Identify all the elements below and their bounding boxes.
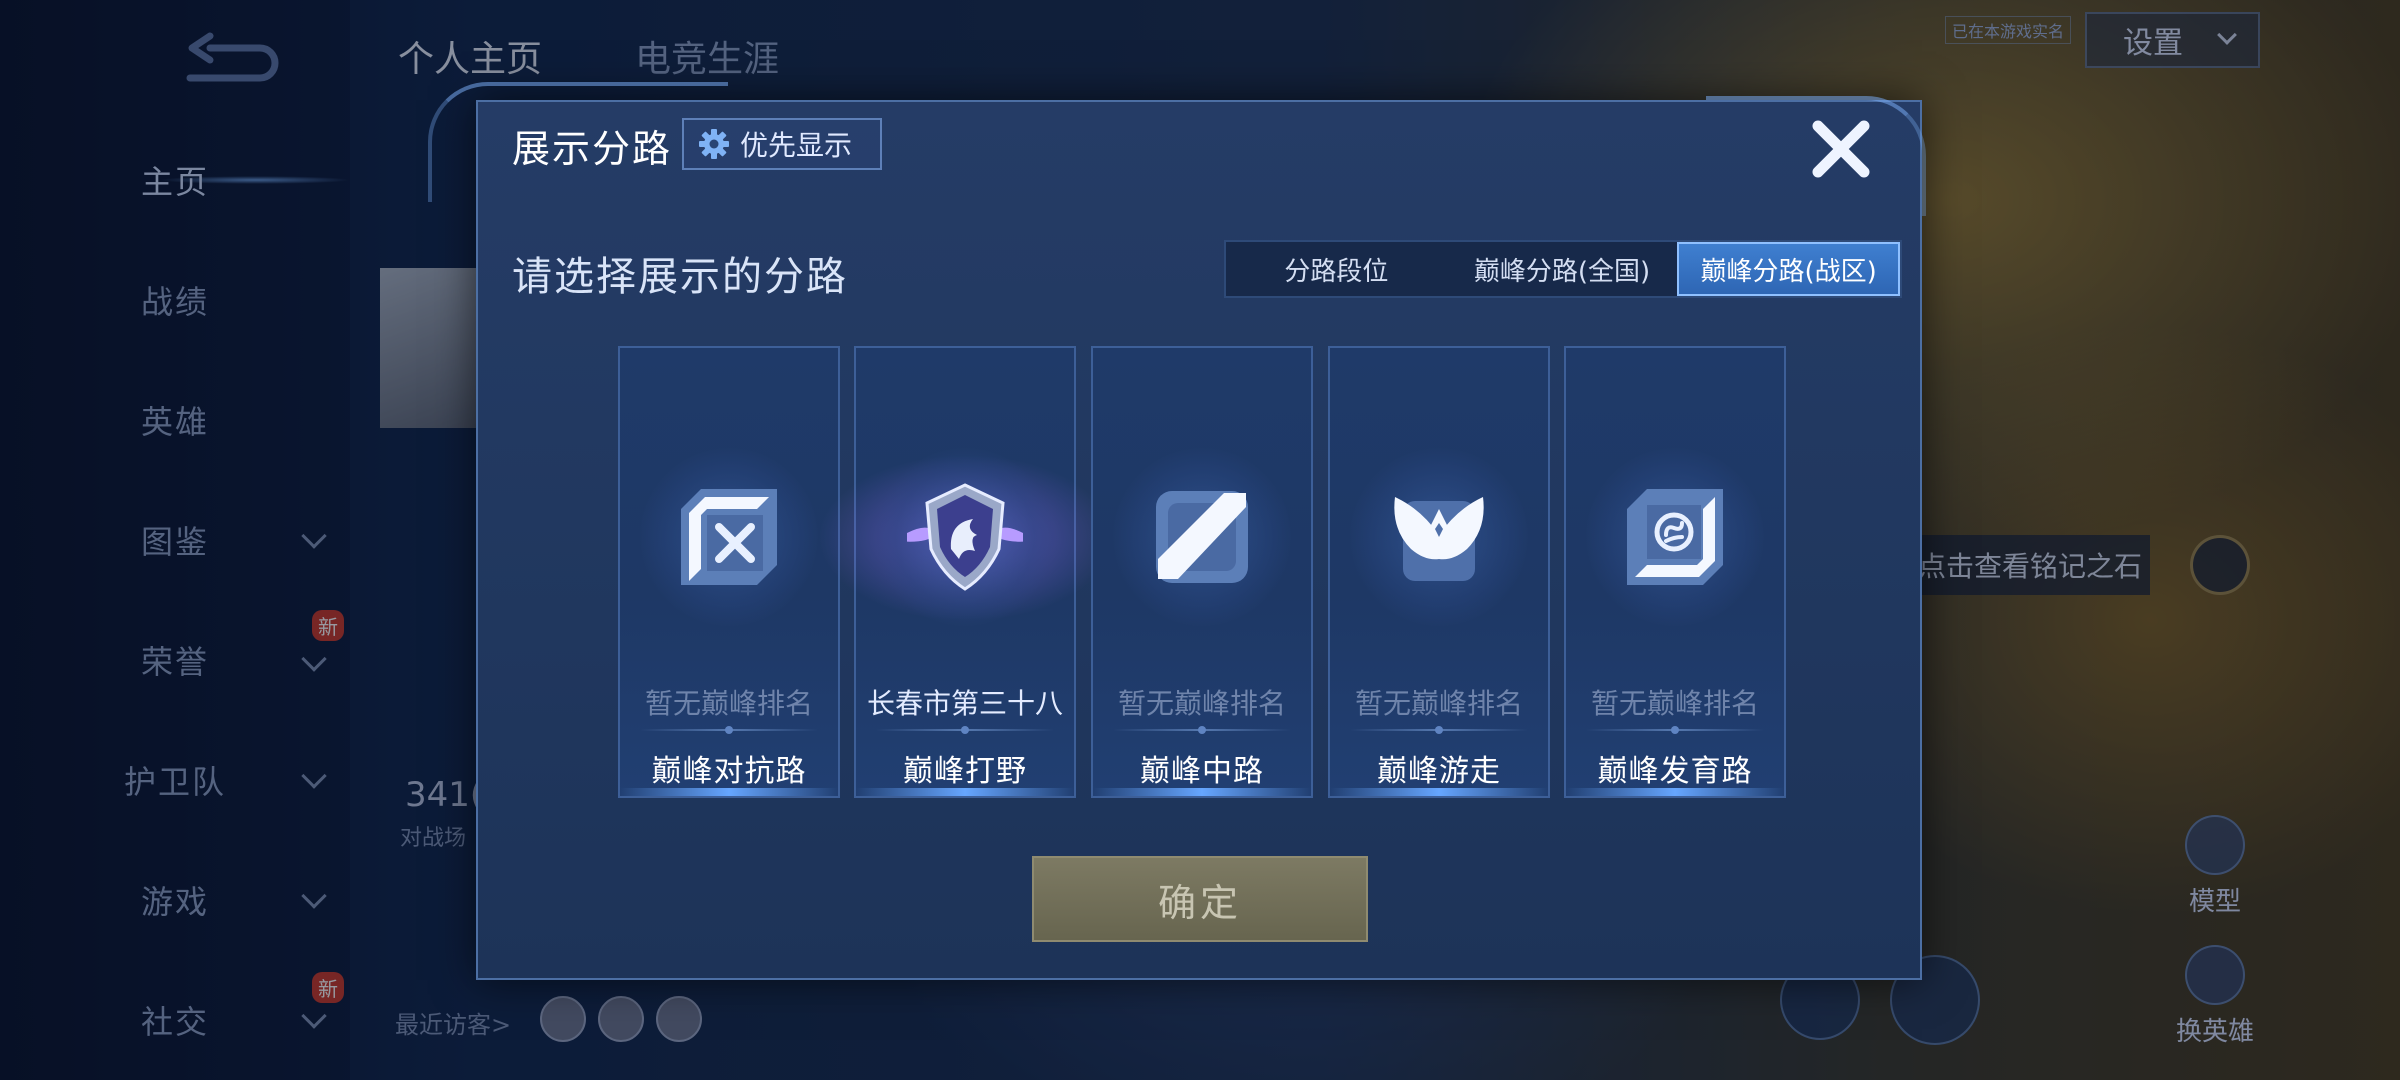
lane-rank: 暂无巅峰排名: [644, 687, 813, 720]
farm-lane-icon: [1627, 489, 1723, 585]
priority-display-label: 优先显示: [740, 129, 853, 162]
roam-icon: [1394, 497, 1484, 581]
lane-rank: 长春市第三十八: [866, 687, 1063, 720]
divider: [1586, 726, 1764, 734]
dialog-subtitle: 请选择展示的分路: [512, 254, 848, 300]
confirm-button[interactable]: 确定: [1032, 856, 1368, 942]
lane-name: 巅峰发育路: [1597, 754, 1753, 789]
divider: [1113, 726, 1291, 734]
lane-name: 巅峰游走: [1377, 754, 1501, 789]
lane-card-jungle[interactable]: 长春市第三十八 巅峰打野: [806, 346, 1126, 798]
lane-card-farm[interactable]: 暂无巅峰排名 巅峰发育路: [1564, 346, 1786, 798]
lane-source-tabs: 分路段位 巅峰分路(全国) 巅峰分路(战区): [1224, 240, 1902, 298]
mid-lane-icon: [1156, 491, 1248, 583]
lane-card-roam[interactable]: 暂无巅峰排名 巅峰游走: [1328, 346, 1550, 798]
gear-icon: [699, 129, 729, 159]
card-glow: [1566, 788, 1784, 796]
close-icon[interactable]: [1806, 114, 1876, 184]
divider: [1350, 726, 1528, 734]
lane-rank: 暂无巅峰排名: [1354, 687, 1523, 720]
dialog-title: 展示分路: [512, 127, 673, 171]
card-glow: [1093, 788, 1311, 796]
tab-peak-national[interactable]: 巅峰分路(全国): [1447, 242, 1678, 296]
lane-card-mid[interactable]: 暂无巅峰排名 巅峰中路: [1091, 346, 1313, 798]
priority-display-button[interactable]: 优先显示: [682, 118, 882, 170]
lane-list: 暂无巅峰排名 巅峰对抗路 长春市第三十八 巅峰打野 暂无巅峰排名 巅峰中路 暂无…: [618, 346, 1788, 798]
lane-rank: 暂无巅峰排名: [1590, 687, 1759, 720]
tab-peak-region[interactable]: 巅峰分路(战区): [1677, 242, 1900, 296]
lane-display-dialog: 展示分路 优先显示 请选择展示的分路 分路段位 巅峰分路(全国) 巅峰分路(战区…: [428, 82, 1926, 980]
lane-rank: 暂无巅峰排名: [1117, 687, 1286, 720]
divider: [640, 726, 818, 734]
jungle-emblem-icon: [907, 483, 1023, 591]
card-glow: [856, 788, 1074, 796]
clash-lane-icon: [681, 489, 777, 585]
divider: [876, 726, 1054, 734]
lane-name: 巅峰中路: [1140, 754, 1264, 789]
card-glow: [1330, 788, 1548, 796]
lane-name: 巅峰对抗路: [651, 754, 807, 789]
lane-name: 巅峰打野: [903, 754, 1027, 789]
card-glow: [620, 788, 838, 796]
tab-lane-rank[interactable]: 分路段位: [1226, 242, 1447, 296]
